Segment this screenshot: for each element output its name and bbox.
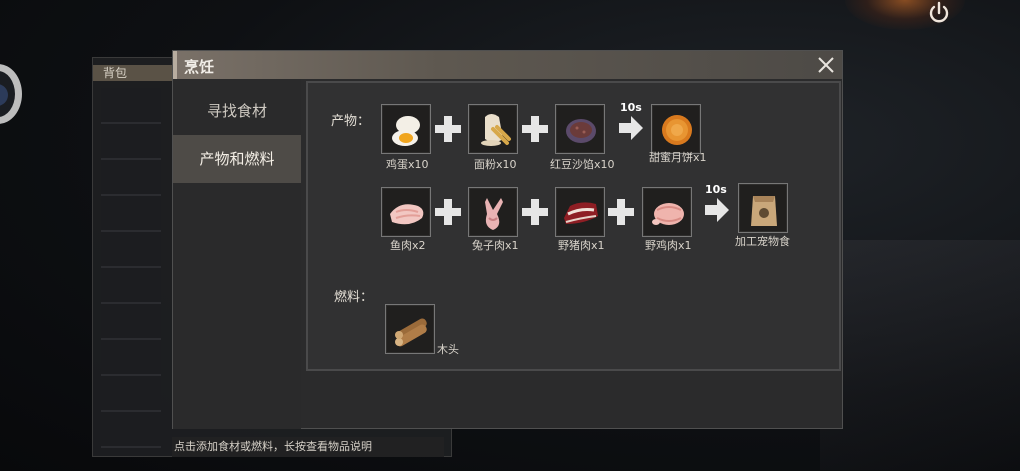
- plus-icon: [522, 116, 548, 142]
- ingredient-slot[interactable]: [381, 104, 431, 154]
- result-slot[interactable]: [651, 104, 701, 154]
- result-name: 甜蜜月饼x1: [649, 151, 707, 164]
- ingredient-name: 野猪肉x1: [558, 239, 605, 252]
- pet-food-bag-icon: [751, 196, 777, 226]
- red-bean-paste-icon: [566, 119, 596, 143]
- plus-icon: [608, 199, 634, 225]
- tab-list: 寻找食材 产物和燃料: [173, 79, 301, 429]
- arrow-right-icon: [705, 198, 729, 222]
- power-icon[interactable]: [926, 0, 952, 26]
- header-accent: [173, 51, 177, 79]
- boar-meat-icon: [564, 202, 598, 224]
- ingredient-slot[interactable]: [381, 187, 431, 237]
- rabbit-meat-icon: [485, 198, 503, 230]
- arrow-right-icon: [619, 116, 643, 140]
- ingredient-name: 野鸡肉x1: [645, 239, 692, 252]
- cook-time: 10s: [620, 101, 642, 114]
- dialog-header: 烹饪: [173, 51, 842, 79]
- ingredient-name: 鱼肉x2: [390, 239, 426, 252]
- ingredient-name: 鸡蛋x10: [386, 158, 429, 171]
- tab-products-and-fuel[interactable]: 产物和燃料: [173, 135, 301, 183]
- dialog-title: 烹饪: [184, 58, 215, 76]
- close-icon[interactable]: [816, 55, 836, 75]
- fuel-name: 木头: [437, 343, 459, 356]
- products-fuel-panel: 产物： 鸡蛋x10 面粉x10 红豆沙馅x10 10s 甜蜜月饼x1 鱼肉x2 …: [306, 81, 841, 371]
- ingredient-slot[interactable]: [468, 187, 518, 237]
- ingredient-slot[interactable]: [468, 104, 518, 154]
- plus-icon: [522, 199, 548, 225]
- backpack-title: 背包: [93, 65, 173, 81]
- background-scenery: [820, 240, 1020, 470]
- pheasant-meat-icon: [652, 203, 684, 225]
- ingredient-slot[interactable]: [642, 187, 692, 237]
- fuel-slot[interactable]: [385, 304, 435, 354]
- fuel-label: 燃料：: [334, 290, 374, 305]
- plus-icon: [435, 116, 461, 142]
- ingredient-name: 兔子肉x1: [472, 239, 519, 252]
- ingredient-name: 红豆沙馅x10: [550, 158, 615, 171]
- result-slot[interactable]: [738, 183, 788, 233]
- tab-find-ingredients[interactable]: 寻找食材: [173, 87, 301, 135]
- egg-icon: [392, 116, 420, 146]
- plus-icon: [435, 199, 461, 225]
- fish-meat-icon: [390, 204, 424, 225]
- cook-time: 10s: [705, 183, 727, 196]
- ingredient-slot[interactable]: [555, 187, 605, 237]
- mooncake-icon: [662, 115, 692, 145]
- flour-icon: [481, 114, 511, 146]
- ingredient-name: 面粉x10: [474, 158, 517, 171]
- cooking-dialog: 烹饪 寻找食材 产物和燃料 产物： 鸡蛋x10 面粉x10 红豆沙馅x10 10…: [172, 50, 843, 429]
- result-name: 加工宠物食: [735, 235, 790, 248]
- backpack-grid[interactable]: [101, 88, 161, 448]
- ingredient-slot[interactable]: [555, 104, 605, 154]
- hint-text: 点击添加食材或燃料，长按查看物品说明: [172, 437, 444, 457]
- products-label: 产物：: [331, 114, 371, 129]
- wood-logs-icon: [395, 318, 427, 347]
